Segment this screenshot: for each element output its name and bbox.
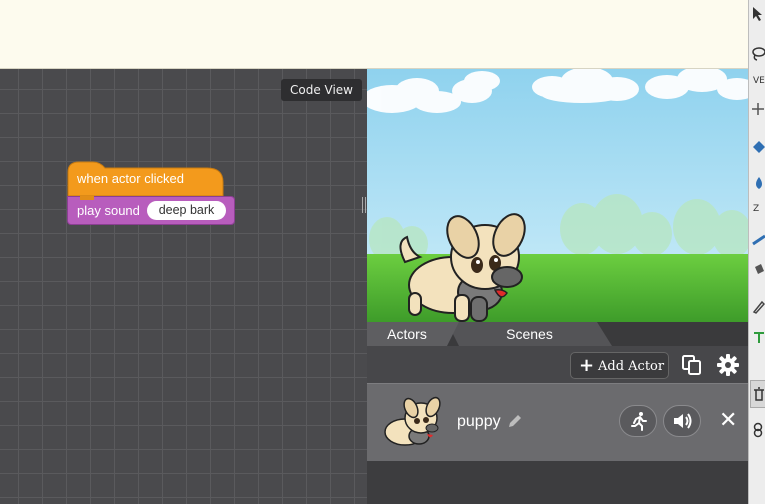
pencil-icon[interactable] bbox=[507, 413, 523, 429]
plus-icon: + bbox=[579, 355, 595, 376]
sound-name-input[interactable]: deep bark bbox=[147, 201, 226, 220]
crosshair-icon[interactable] bbox=[751, 102, 765, 116]
hat-block-label: when actor clicked bbox=[77, 171, 184, 186]
code-workspace[interactable]: Code View when actor clicked play sound … bbox=[0, 69, 367, 504]
panel-tabs: Scenes Actors bbox=[367, 322, 748, 346]
actor-sound-button[interactable] bbox=[663, 405, 701, 437]
lasso-icon[interactable] bbox=[751, 46, 765, 62]
block-notch bbox=[80, 196, 94, 200]
actor-name[interactable]: puppy bbox=[457, 413, 501, 431]
actors-toolbar: + Add Actor bbox=[367, 346, 748, 383]
trash-icon bbox=[754, 387, 764, 401]
add-actor-button[interactable]: + Add Actor bbox=[570, 352, 669, 379]
play-sound-block[interactable]: play sound deep bark bbox=[67, 196, 235, 225]
tab-scenes[interactable]: Scenes bbox=[447, 322, 612, 346]
stage-scene bbox=[367, 69, 748, 322]
actor-action-button[interactable] bbox=[619, 405, 657, 437]
duplicate-icon[interactable] bbox=[681, 354, 703, 376]
text-tool-icon[interactable] bbox=[752, 330, 765, 344]
top-header-area bbox=[0, 0, 748, 69]
when-actor-clicked-block[interactable]: when actor clicked bbox=[67, 160, 224, 196]
speaker-icon bbox=[674, 413, 692, 429]
stage-canvas[interactable] bbox=[367, 69, 748, 322]
right-strip-label-1: VE bbox=[753, 76, 765, 86]
code-view-button[interactable]: Code View bbox=[280, 79, 362, 101]
shape-tool-icon[interactable] bbox=[752, 140, 765, 154]
puppy-thumbnail bbox=[384, 396, 441, 446]
line-tool-icon[interactable] bbox=[752, 232, 765, 246]
gear-icon[interactable] bbox=[717, 354, 739, 376]
right-toolbar: VE Z bbox=[748, 0, 765, 504]
tab-actors[interactable]: Actors bbox=[367, 322, 447, 346]
delete-tool-button[interactable] bbox=[750, 380, 765, 408]
pen-icon[interactable] bbox=[752, 300, 765, 314]
bucket-icon[interactable] bbox=[752, 262, 765, 276]
right-strip-label-2: Z bbox=[753, 204, 760, 214]
link-icon[interactable] bbox=[752, 422, 765, 438]
add-actor-label: Add Actor bbox=[598, 359, 665, 374]
running-man-icon bbox=[631, 412, 647, 431]
delete-actor-close-icon[interactable]: ✕ bbox=[719, 408, 737, 433]
cursor-icon[interactable] bbox=[751, 6, 765, 22]
play-sound-label: play sound bbox=[77, 203, 140, 218]
actor-list-empty-area bbox=[367, 461, 748, 504]
pane-resize-handle[interactable] bbox=[362, 197, 366, 213]
fill-tool-icon[interactable] bbox=[752, 176, 765, 190]
tab-actors-edge bbox=[447, 322, 459, 346]
list-item[interactable]: puppy ✕ bbox=[367, 383, 748, 461]
